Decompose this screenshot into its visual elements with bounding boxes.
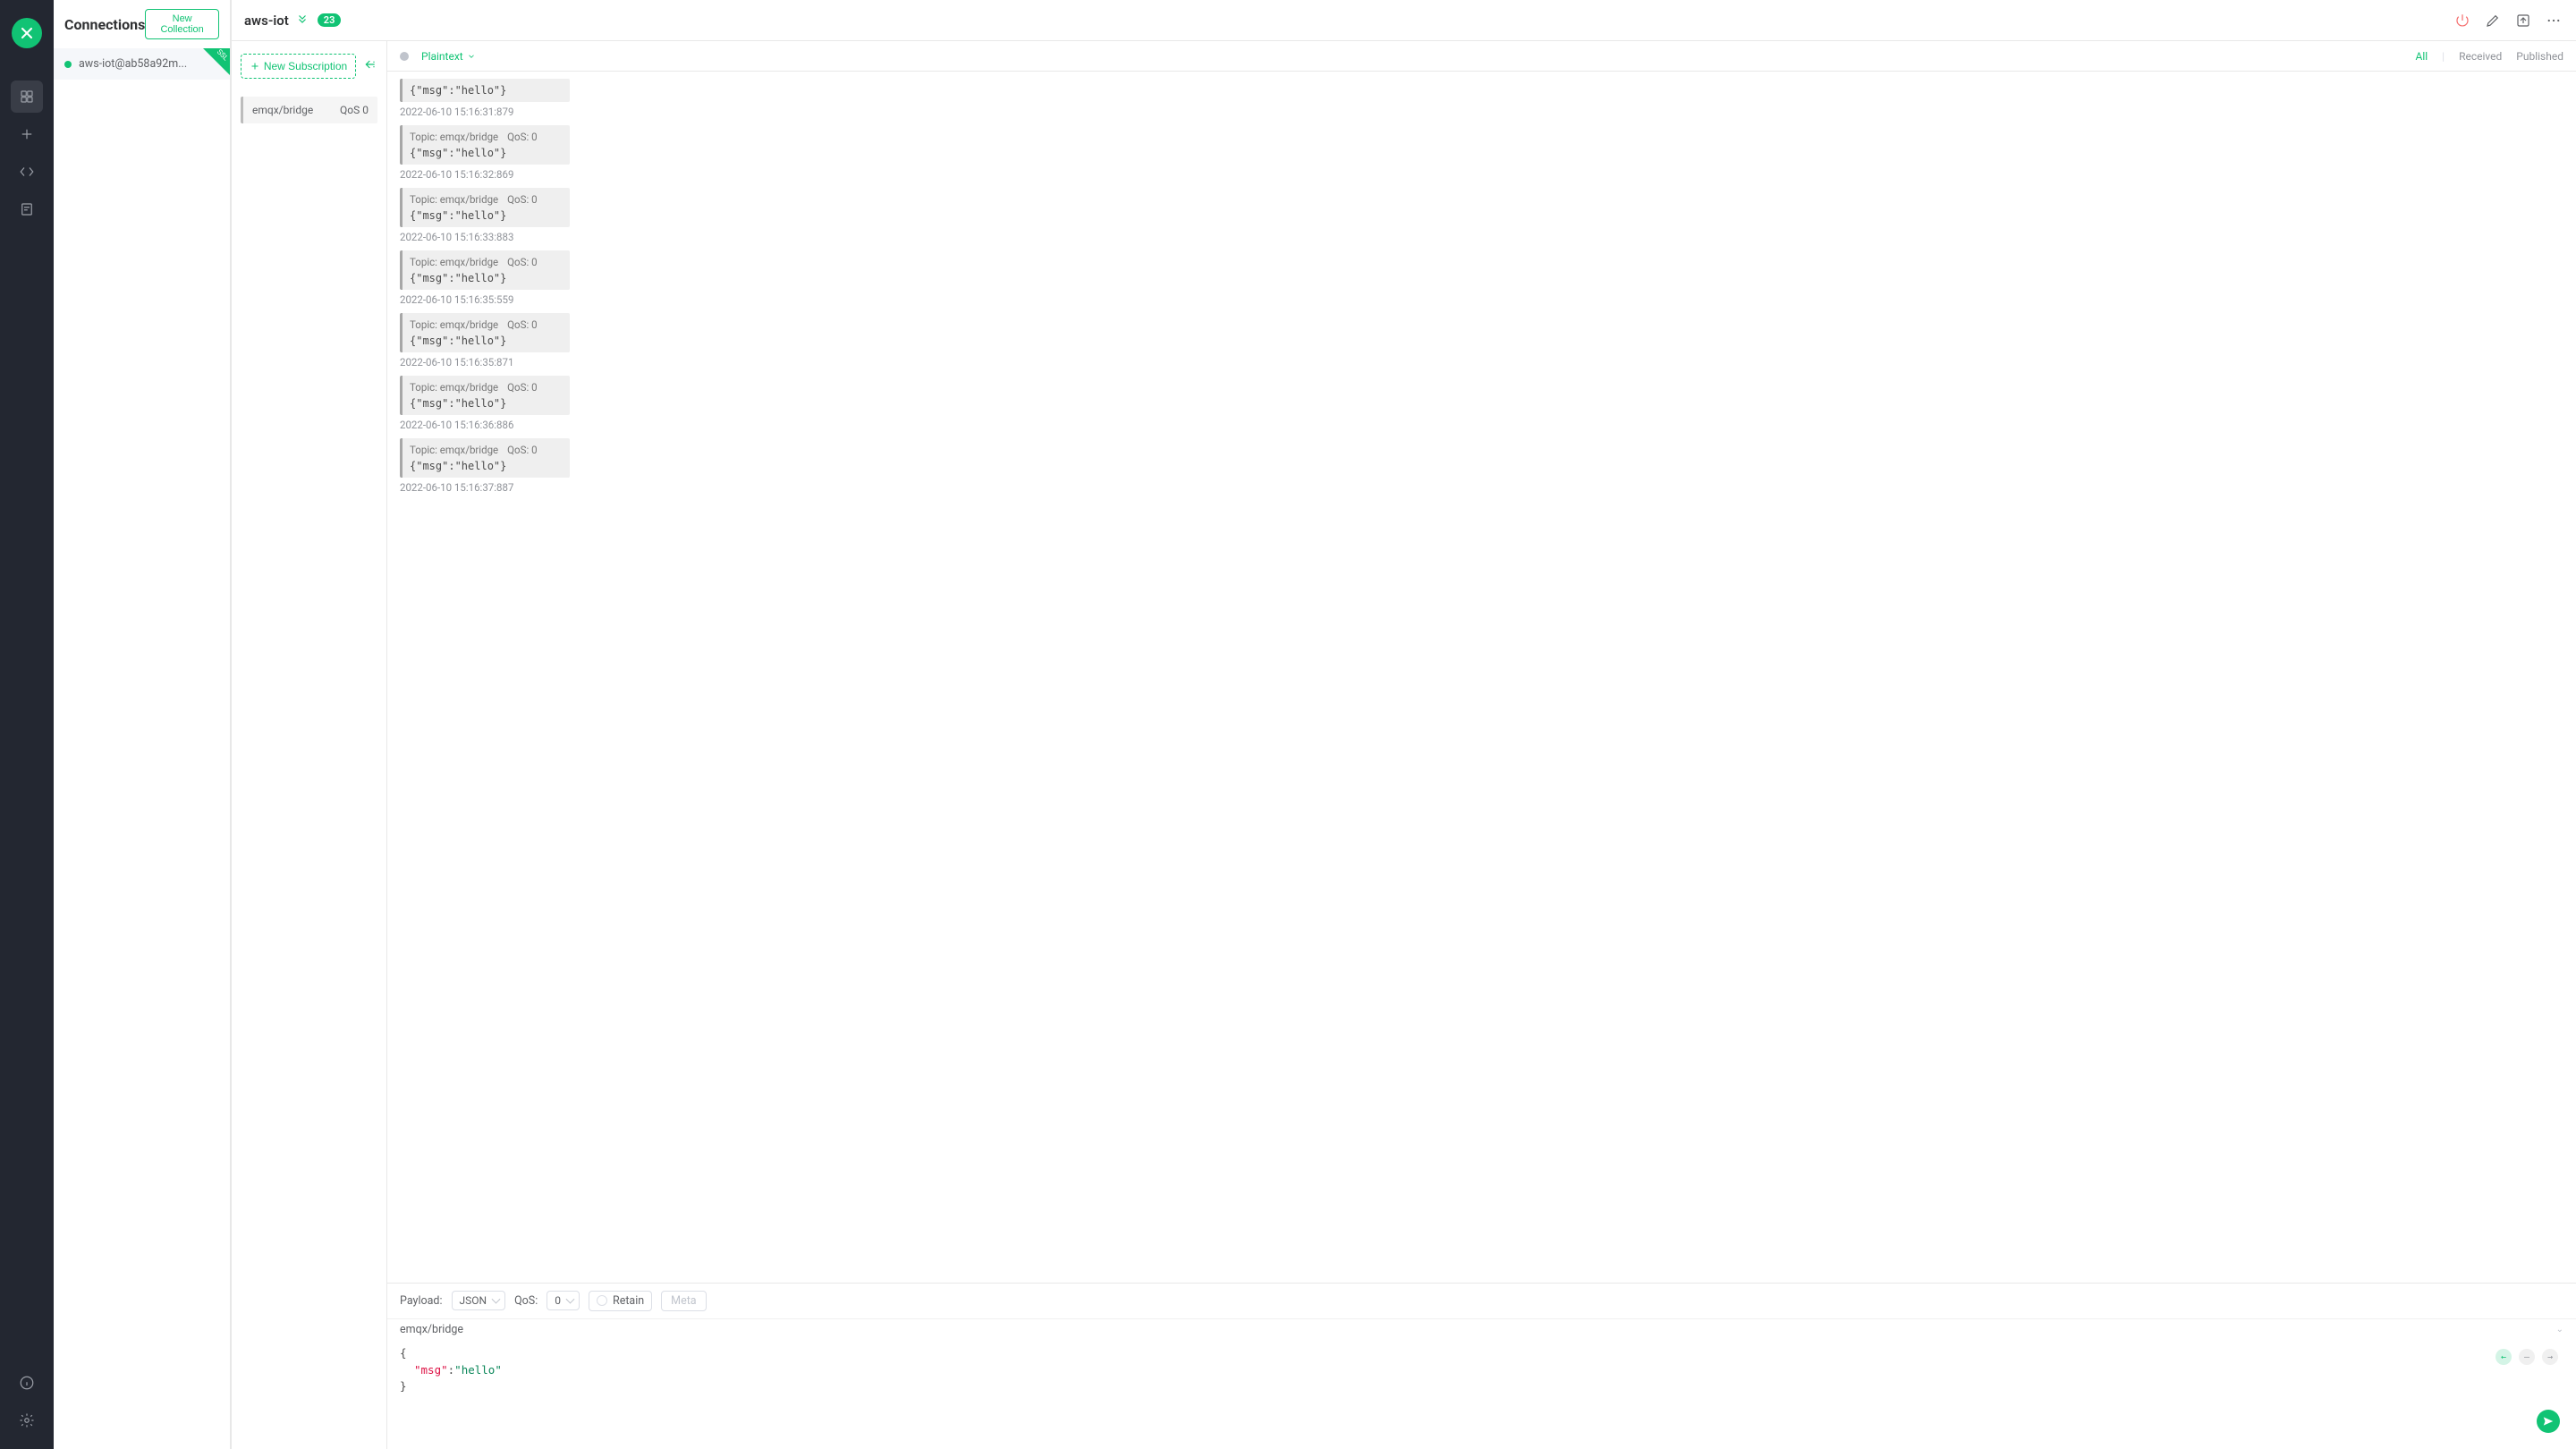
main-area: aws-iot 23 [231,0,2576,1449]
connection-item[interactable]: aws-iot@ab58a92m... SSL [54,48,230,80]
message-payload: {"msg":"hello"} [410,209,563,222]
nav-info[interactable] [11,1367,43,1399]
message-qos: QoS: 0 [507,381,537,394]
message-topic: Topic: emqx/bridge [410,256,498,268]
json-open-brace: { [400,1346,407,1360]
message-qos: QoS: 0 [507,256,537,268]
json-value: "hello" [454,1363,502,1377]
message-qos: QoS: 0 [507,444,537,456]
message-timestamp: 2022-06-10 15:16:35:871 [400,356,570,369]
subscription-qos: QoS 0 [340,104,369,116]
messages-toolbar: Plaintext All | Received Published [387,41,2576,72]
nav-new[interactable] [11,118,43,150]
history-clear-button[interactable]: – [2519,1349,2535,1365]
message-timestamp: 2022-06-10 15:16:37:887 [400,481,570,494]
nav-scripts[interactable] [11,156,43,188]
meta-button[interactable]: Meta [661,1291,706,1311]
topbar: aws-iot 23 [232,0,2576,41]
status-dot-icon [64,61,72,68]
disconnect-button[interactable] [2453,11,2472,30]
payload-format-dropdown[interactable]: JSON [452,1291,506,1310]
nav-log[interactable] [11,193,43,225]
history-back-button[interactable]: ← [2496,1349,2512,1365]
message-timestamp: 2022-06-10 15:16:33:883 [400,231,570,243]
more-button[interactable] [2544,11,2563,30]
new-subscription-button[interactable]: New Subscription [241,54,356,79]
message-payload: {"msg":"hello"} [410,397,563,410]
publish-topic-input[interactable]: emqx/bridge ⌄ [387,1318,2576,1340]
nav-connections[interactable] [11,80,43,113]
unread-badge: 23 [318,13,342,27]
subscription-item[interactable]: emqx/bridge QoS 0 [241,97,377,123]
publish-topic-value: emqx/bridge [400,1323,463,1336]
connections-panel: Connections New Collection aws-iot@ab58a… [54,0,231,1449]
message-qos: QoS: 0 [507,131,537,143]
message-timestamp: 2022-06-10 15:16:31:879 [400,106,570,118]
message-topic: Topic: emqx/bridge [410,318,498,331]
nav-rail [0,0,54,1449]
message-topic: Topic: emqx/bridge [410,444,498,456]
retain-toggle[interactable]: Retain [589,1291,652,1311]
chevron-down-icon: ⌄ [2556,1325,2563,1335]
message-topic: Topic: emqx/bridge [410,193,498,206]
retain-label: Retain [613,1294,644,1308]
export-button[interactable] [2513,11,2533,30]
message-qos: QoS: 0 [507,193,537,206]
messages-area: Plaintext All | Received Published {"msg… [387,41,2576,1449]
message-timestamp: 2022-06-10 15:16:35:559 [400,293,570,306]
subscription-topic: emqx/bridge [252,104,313,116]
publish-options-bar: Payload: JSON QoS: 0 Retain Meta [387,1283,2576,1318]
message-item: Topic: emqx/bridge QoS: 0 {"msg":"hello"} 2… [400,438,570,494]
message-topic: Topic: emqx/bridge [410,131,498,143]
message-topic: Topic: emqx/bridge [410,381,498,394]
qos-label: QoS: [514,1294,538,1308]
expand-icon[interactable] [296,13,309,29]
connection-title: aws-iot [244,13,289,29]
new-collection-button[interactable]: New Collection [145,9,219,39]
filter-published[interactable]: Published [2516,50,2563,63]
history-forward-button[interactable]: → [2542,1349,2558,1365]
radio-icon [597,1295,607,1306]
message-item: Topic: emqx/bridge QoS: 0 {"msg":"hello"} 2… [400,125,570,181]
json-close-brace: } [400,1379,407,1393]
payload-format-label: Plaintext [421,50,463,63]
collapse-subscriptions-icon[interactable] [363,57,377,75]
message-timestamp: 2022-06-10 15:16:32:869 [400,168,570,181]
json-key: "msg" [414,1363,448,1377]
message-item: Topic: emqx/bridge QoS: 0 {"msg":"hello"} 2… [400,250,570,306]
filter-received[interactable]: Received [2459,50,2502,63]
payload-format-select[interactable]: Plaintext [421,50,476,63]
payload-label: Payload: [400,1294,443,1308]
app-logo [12,18,42,48]
message-qos: QoS: 0 [507,318,537,331]
publish-payload-editor[interactable]: { "msg":"hello" } ← – → [387,1340,2576,1449]
message-item: Topic: emqx/bridge QoS: 0 {"msg":"hello"} 2… [400,188,570,243]
message-item: {"msg":"hello"} 2022-06-10 15:16:31:879 [400,79,570,118]
filter-all[interactable]: All [2416,50,2428,63]
new-subscription-label: New Subscription [264,60,347,72]
message-payload: {"msg":"hello"} [410,335,563,347]
message-timestamp: 2022-06-10 15:16:36:886 [400,419,570,431]
send-button[interactable] [2537,1410,2560,1433]
message-item: Topic: emqx/bridge QoS: 0 {"msg":"hello"} 2… [400,313,570,369]
connection-name: aws-iot@ab58a92m... [79,57,187,71]
edit-button[interactable] [2483,11,2503,30]
qos-dropdown[interactable]: 0 [547,1291,580,1310]
message-list[interactable]: {"msg":"hello"} 2022-06-10 15:16:31:879 To… [387,72,2576,1283]
message-payload: {"msg":"hello"} [410,272,563,284]
connections-title: Connections [64,16,145,33]
message-payload: {"msg":"hello"} [410,147,563,159]
timed-message-icon[interactable] [400,52,409,61]
message-item: Topic: emqx/bridge QoS: 0 {"msg":"hello"} 2… [400,376,570,431]
message-payload: {"msg":"hello"} [410,84,563,97]
subscriptions-panel: New Subscription emqx/bridge QoS 0 [232,41,387,1449]
nav-settings[interactable] [11,1404,43,1436]
message-payload: {"msg":"hello"} [410,460,563,472]
